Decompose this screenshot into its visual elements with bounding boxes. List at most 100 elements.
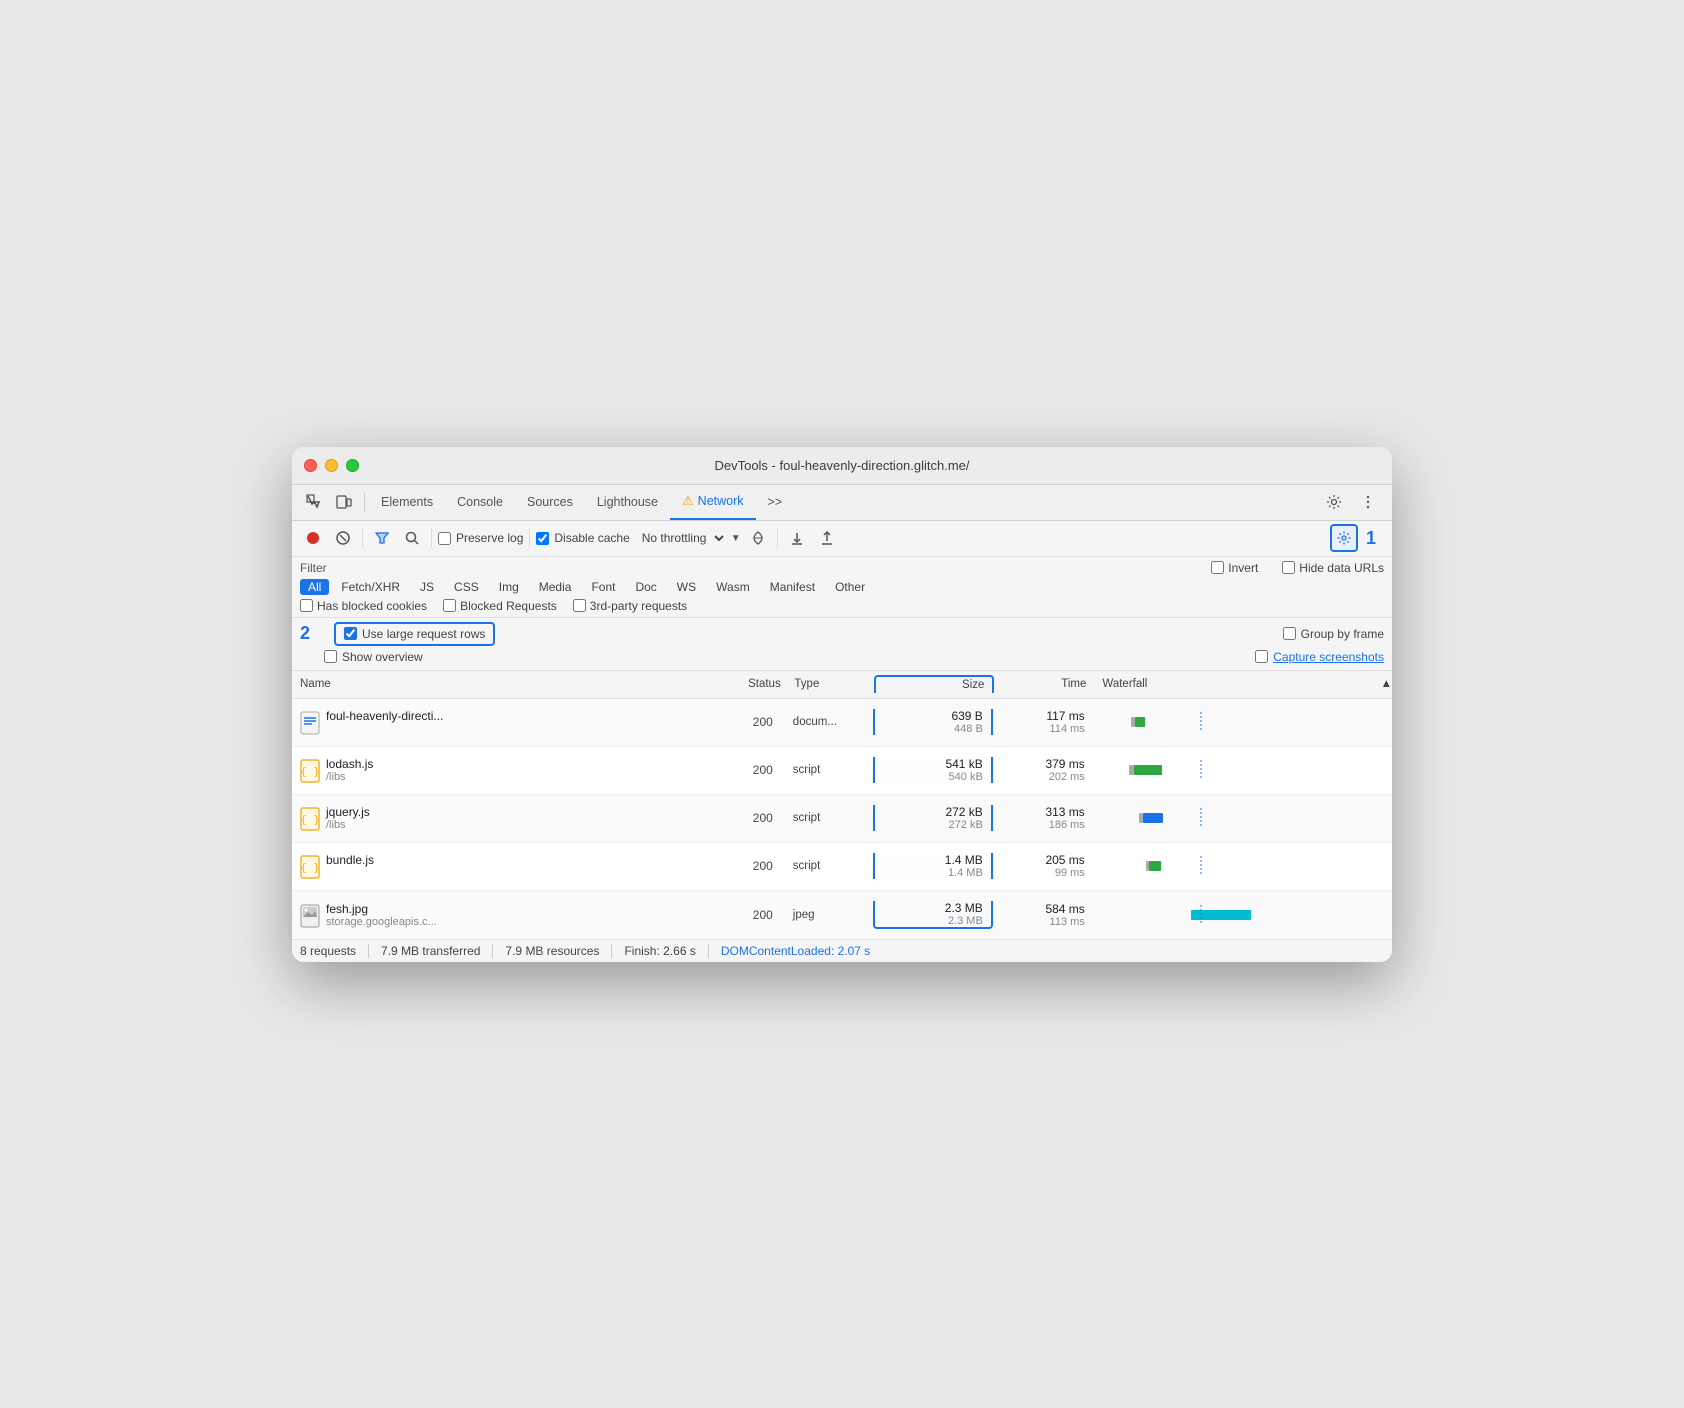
capture-screenshots-checkbox[interactable] [1255,650,1268,663]
cell-name-2: { } jquery.js /libs [292,799,733,837]
show-overview-label[interactable]: Show overview [324,650,423,664]
has-blocked-cookies-checkbox[interactable] [300,599,313,612]
script-icon: { } [300,855,320,879]
preserve-log-label[interactable]: Preserve log [438,531,523,545]
cell-type-0: docum... [793,716,873,728]
tab-more[interactable]: >> [756,484,795,520]
has-blocked-cookies-label[interactable]: Has blocked cookies [300,599,427,613]
disable-cache-checkbox[interactable] [536,532,549,545]
disable-cache-label[interactable]: Disable cache [536,531,629,545]
tab-sources[interactable]: Sources [515,484,585,520]
invert-checkbox[interactable] [1211,561,1224,574]
filter-doc[interactable]: Doc [627,579,664,595]
cell-name-3: { } bundle.js [292,847,733,885]
cell-waterfall-1 [1093,752,1392,788]
cell-name-1: { } lodash.js /libs [292,751,733,789]
options-row-1: 2 Use large request rows Group by frame [300,622,1384,646]
table-row[interactable]: fesh.jpg storage.googleapis.c... 200 jpe… [292,891,1392,939]
blocked-requests-checkbox[interactable] [443,599,456,612]
table-header: Name Status Type Size Time Waterfall ▲ [292,671,1392,699]
export-button[interactable] [814,525,840,551]
cell-name-0: foul-heavenly-directi... [292,703,733,741]
filter-button[interactable] [369,525,395,551]
col-header-time[interactable]: Time [994,678,1094,690]
script-icon: { } [300,759,320,783]
hide-data-urls-label[interactable]: Hide data URLs [1282,561,1384,575]
filter-css[interactable]: CSS [446,579,487,595]
clear-button[interactable] [330,525,356,551]
col-header-size[interactable]: Size [874,675,994,693]
inspect-element-icon[interactable] [300,488,328,516]
cell-type-2: script [793,812,873,824]
svg-text:{ }: { } [300,765,320,778]
show-overview-checkbox[interactable] [324,650,337,663]
tab-elements[interactable]: Elements [369,484,445,520]
filter-fetch-xhr[interactable]: Fetch/XHR [333,579,408,595]
filter-media[interactable]: Media [531,579,580,595]
table-row[interactable]: { } jquery.js /libs 200 script 272 kB 27… [292,795,1392,843]
filter-img[interactable]: Img [491,579,527,595]
transferred-size: 7.9 MB transferred [381,944,493,958]
preserve-log-checkbox[interactable] [438,532,451,545]
cell-size-4: 2.3 MB 2.3 MB [873,901,993,929]
title-bar: DevTools - foul-heavenly-direction.glitc… [292,447,1392,485]
cell-time-0: 117 ms 114 ms [993,709,1093,735]
annotation-2: 2 [300,623,310,644]
group-by-frame-label[interactable]: Group by frame [1283,627,1384,641]
import-button[interactable] [784,525,810,551]
maximize-button[interactable] [346,459,359,472]
use-large-rows-label[interactable]: Use large request rows [334,622,495,646]
invert-label[interactable]: Invert [1211,561,1258,575]
settings-icon[interactable] [1320,488,1348,516]
search-button[interactable] [399,525,425,551]
cell-size-2: 272 kB 272 kB [873,805,993,831]
group-by-frame-checkbox[interactable] [1283,627,1296,640]
table-row[interactable]: foul-heavenly-directi... 200 docum... 63… [292,699,1392,747]
filter-other[interactable]: Other [827,579,873,595]
annotation-1: 1 [1366,528,1376,549]
tab-console[interactable]: Console [445,484,515,520]
cell-status-3: 200 [733,859,793,873]
traffic-lights [304,459,359,472]
window-title: DevTools - foul-heavenly-direction.glitc… [714,458,969,473]
device-toolbar-icon[interactable] [330,488,358,516]
network-settings-button[interactable] [1330,524,1358,552]
col-header-status[interactable]: Status [734,678,794,690]
record-button[interactable] [300,525,326,551]
cell-status-0: 200 [733,715,793,729]
col-header-waterfall[interactable]: Waterfall ▲ [1094,678,1392,690]
filter-font[interactable]: Font [583,579,623,595]
filter-row-1: Filter Invert Hide data URLs [300,561,1384,575]
status-bar: 8 requests 7.9 MB transferred 7.9 MB res… [292,939,1392,962]
table-row[interactable]: { } lodash.js /libs 200 script 541 kB 54… [292,747,1392,795]
col-header-type[interactable]: Type [794,678,874,690]
devtools-window: DevTools - foul-heavenly-direction.glitc… [292,447,1392,962]
minimize-button[interactable] [325,459,338,472]
filter-ws[interactable]: WS [669,579,704,595]
cell-type-3: script [793,860,873,872]
network-conditions-icon[interactable] [745,525,771,551]
close-button[interactable] [304,459,317,472]
network-toolbar: Preserve log Disable cache No throttling… [292,521,1392,557]
more-options-icon[interactable] [1354,488,1382,516]
filter-bar: Filter Invert Hide data URLs All Fetch/X… [292,557,1392,618]
col-header-name[interactable]: Name [292,678,734,690]
third-party-label[interactable]: 3rd-party requests [573,599,687,613]
filter-wasm[interactable]: Wasm [708,579,758,595]
filter-manifest[interactable]: Manifest [762,579,823,595]
filter-js[interactable]: JS [412,579,442,595]
filter-all[interactable]: All [300,579,329,595]
table-row[interactable]: { } bundle.js 200 script 1.4 MB 1.4 MB 2… [292,843,1392,891]
throttle-dropdown-icon: ▼ [731,533,741,544]
hide-data-urls-checkbox[interactable] [1282,561,1295,574]
tab-network[interactable]: ⚠ Network [670,484,756,520]
blocked-requests-label[interactable]: Blocked Requests [443,599,557,613]
options-bar: 2 Use large request rows Group by frame … [292,618,1392,671]
throttle-select[interactable]: No throttling [634,530,727,546]
devtools-right-controls [1320,488,1384,516]
use-large-rows-checkbox[interactable] [344,627,357,640]
third-party-checkbox[interactable] [573,599,586,612]
capture-screenshots-label[interactable]: Capture screenshots [1255,650,1384,664]
finish-time: Finish: 2.66 s [624,944,708,958]
tab-lighthouse[interactable]: Lighthouse [585,484,670,520]
